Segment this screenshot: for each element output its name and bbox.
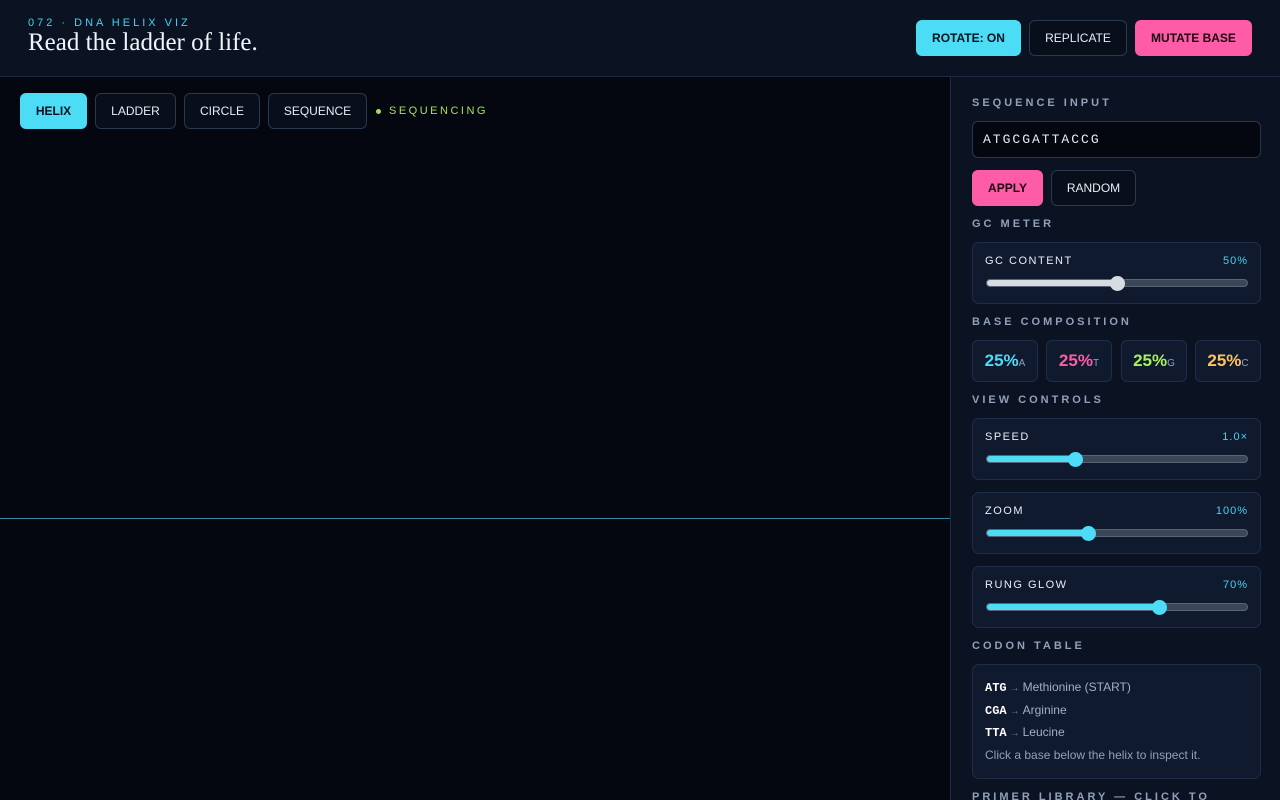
status-dot-icon bbox=[376, 108, 381, 114]
composition-c: 25% C bbox=[1195, 340, 1261, 382]
helix-axis-line bbox=[0, 518, 950, 519]
gc-content-label: GC CONTENT bbox=[985, 255, 1073, 267]
composition-t-letter: T bbox=[1092, 358, 1100, 369]
gc-meter-card: GC CONTENT 50% bbox=[972, 242, 1261, 304]
random-button[interactable]: RANDOM bbox=[1051, 170, 1136, 206]
gc-meter-title: GC METER bbox=[972, 218, 1055, 230]
rung-glow-slider[interactable] bbox=[986, 599, 1248, 615]
tab-circle[interactable]: CIRCLE bbox=[184, 93, 260, 129]
control-sidebar: SEQUENCE INPUT APPLY RANDOM GC METER GC … bbox=[950, 77, 1280, 800]
rung-glow-label: RUNG GLOW bbox=[985, 579, 1068, 591]
base-composition-title: BASE COMPOSITION bbox=[972, 316, 1132, 328]
codon-row: CGA → Arginine bbox=[985, 703, 1067, 718]
zoom-label: ZOOM bbox=[985, 505, 1024, 517]
rotate-toggle-button[interactable]: ROTATE: ON bbox=[916, 20, 1021, 56]
codon-table: ATG → Methionine (START) CGA → Arginine TTA →… bbox=[972, 664, 1261, 779]
sequence-input[interactable] bbox=[972, 121, 1261, 158]
sequence-input-title: SEQUENCE INPUT bbox=[972, 97, 1112, 109]
replicate-button[interactable]: REPLICATE bbox=[1029, 20, 1127, 56]
rung-glow-slider-fill bbox=[987, 604, 1159, 610]
codon-code: CGA bbox=[985, 704, 1007, 718]
composition-a: 25% A bbox=[972, 340, 1038, 382]
top-bar: 072 · DNA HELIX VIZ Read the ladder of l… bbox=[0, 0, 1280, 77]
tab-sequence[interactable]: SEQUENCE bbox=[268, 93, 367, 129]
codon-amino-acid: Leucine bbox=[1022, 725, 1065, 739]
tab-helix[interactable]: HELIX bbox=[20, 93, 87, 129]
codon-row: ATG → Methionine (START) bbox=[985, 680, 1131, 695]
gc-meter-track bbox=[986, 275, 1248, 291]
composition-c-value: 25% bbox=[1207, 351, 1242, 370]
speed-value: 1.0× bbox=[1222, 431, 1248, 443]
speed-slider-fill bbox=[987, 456, 1076, 462]
composition-t-value: 25% bbox=[1058, 351, 1093, 370]
gc-content-value: 50% bbox=[1222, 255, 1248, 267]
mutate-base-button[interactable]: MUTATE BASE bbox=[1135, 20, 1252, 56]
gc-meter-fill bbox=[987, 280, 1117, 286]
codon-amino-acid: Arginine bbox=[1022, 703, 1067, 717]
zoom-slider[interactable] bbox=[986, 525, 1248, 541]
speed-control-card: SPEED 1.0× bbox=[972, 418, 1261, 480]
helix-canvas[interactable]: HELIX LADDER CIRCLE SEQUENCE SEQUENCING bbox=[0, 77, 950, 800]
view-controls-title: VIEW CONTROLS bbox=[972, 394, 1104, 406]
composition-a-value: 25% bbox=[984, 351, 1019, 370]
codon-code: ATG bbox=[985, 681, 1007, 695]
status-indicator: SEQUENCING bbox=[376, 105, 488, 117]
codon-amino-acid: Methionine (START) bbox=[1022, 680, 1131, 694]
arrow-right-icon: → bbox=[1009, 683, 1020, 694]
page-title: Read the ladder of life. bbox=[28, 29, 258, 56]
codon-row: TTA → Leucine bbox=[985, 725, 1065, 740]
composition-c-letter: C bbox=[1241, 358, 1249, 369]
primer-library-title: PRIMER LIBRARY — CLICK TO bbox=[972, 791, 1210, 800]
zoom-slider-fill bbox=[987, 530, 1089, 536]
gc-meter-knob bbox=[1110, 275, 1125, 291]
composition-g-value: 25% bbox=[1133, 351, 1168, 370]
speed-slider[interactable] bbox=[986, 451, 1248, 467]
speed-label: SPEED bbox=[985, 431, 1030, 443]
arrow-right-icon: → bbox=[1009, 706, 1020, 717]
rung-glow-slider-handle[interactable] bbox=[1151, 599, 1167, 615]
composition-g-letter: G bbox=[1167, 358, 1175, 369]
codon-hint: Click a base below the helix to inspect … bbox=[985, 748, 1201, 762]
app-kicker: 072 · DNA HELIX VIZ bbox=[28, 17, 191, 29]
status-text: SEQUENCING bbox=[389, 105, 488, 117]
composition-t: 25% T bbox=[1046, 340, 1112, 382]
rung-glow-control-card: RUNG GLOW 70% bbox=[972, 566, 1261, 628]
tab-ladder[interactable]: LADDER bbox=[95, 93, 176, 129]
zoom-value: 100% bbox=[1215, 505, 1248, 517]
speed-slider-handle[interactable] bbox=[1068, 451, 1084, 467]
rung-glow-value: 70% bbox=[1222, 579, 1248, 591]
zoom-control-card: ZOOM 100% bbox=[972, 492, 1261, 554]
composition-g: 25% G bbox=[1121, 340, 1187, 382]
zoom-slider-handle[interactable] bbox=[1081, 525, 1097, 541]
arrow-right-icon: → bbox=[1009, 728, 1020, 739]
apply-button[interactable]: APPLY bbox=[972, 170, 1043, 206]
codon-code: TTA bbox=[985, 726, 1007, 740]
composition-a-letter: A bbox=[1018, 358, 1026, 369]
codon-table-title: CODON TABLE bbox=[972, 640, 1085, 652]
